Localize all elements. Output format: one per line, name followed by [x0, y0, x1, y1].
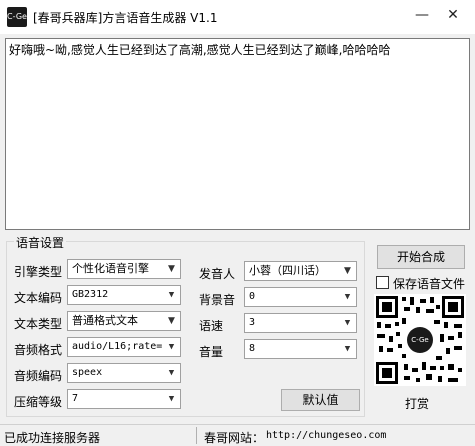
qr-code-image: C-Ge — [374, 294, 466, 386]
start-synthesis-button[interactable]: 开始合成 — [377, 245, 465, 269]
audio-format-value: audio/L16;rate= — [72, 341, 163, 352]
qr-logo-icon: C-Ge — [407, 327, 433, 353]
audio-encoding-value: speex — [72, 367, 103, 378]
compression-level-label: 压缩等级 — [14, 395, 63, 409]
speed-value: 3 — [249, 317, 256, 328]
status-bar: 已成功连接服务器 春哥网站： http://chungeseo.com — [0, 424, 475, 446]
speaker-select[interactable]: 小蓉（四川话） ▼ — [244, 261, 357, 281]
text-type-label: 文本类型 — [14, 317, 63, 331]
connection-status: 已成功连接服务器 — [4, 431, 101, 445]
text-input-area[interactable]: 好嗨哦~呦,感觉人生已经到达了高潮,感觉人生已经到达了巅峰,哈哈哈哈 — [5, 38, 470, 230]
compression-level-select[interactable]: 7 ▼ — [67, 389, 181, 409]
audio-format-select[interactable]: audio/L16;rate= ▼ — [67, 337, 181, 357]
audio-format-label: 音频格式 — [14, 343, 63, 357]
text-type-select[interactable]: 普通格式文本 ▼ — [67, 311, 181, 331]
background-sound-select[interactable]: 0 ▼ — [244, 287, 357, 307]
chevron-down-icon: ▼ — [163, 312, 180, 330]
speaker-value: 小蓉（四川话） — [249, 264, 326, 277]
background-sound-label: 背景音 — [199, 293, 236, 307]
chevron-down-icon: ▼ — [163, 390, 180, 408]
speed-select[interactable]: 3 ▼ — [244, 313, 357, 333]
status-divider — [196, 427, 197, 444]
site-label: 春哥网站： — [204, 431, 265, 445]
volume-label: 音量 — [199, 345, 224, 359]
background-sound-value: 0 — [249, 291, 256, 302]
chevron-down-icon: ▼ — [163, 338, 180, 356]
close-button[interactable]: ✕ — [431, 0, 475, 30]
checkbox-box[interactable] — [376, 276, 389, 289]
audio-encoding-select[interactable]: speex ▼ — [67, 363, 181, 383]
title-bar: C-Ge [春哥兵器库]方言语音生成器 V1.1 — ✕ — [0, 0, 475, 34]
voice-settings-title: 语音设置 — [14, 234, 67, 251]
speed-label: 语速 — [199, 319, 224, 333]
text-encoding-select[interactable]: GB2312 ▼ — [67, 285, 181, 305]
chevron-down-icon: ▼ — [339, 288, 356, 306]
chevron-down-icon: ▼ — [163, 286, 180, 304]
save-audio-label: 保存语音文件 — [393, 277, 466, 291]
compression-level-value: 7 — [72, 393, 79, 404]
chevron-down-icon: ▼ — [339, 262, 356, 280]
engine-type-value: 个性化语音引擎 — [72, 262, 149, 275]
save-audio-checkbox[interactable]: 保存语音文件 — [376, 274, 471, 292]
text-type-value: 普通格式文本 — [72, 314, 138, 327]
audio-encoding-label: 音频编码 — [14, 369, 63, 383]
site-link[interactable]: http://chungeseo.com — [266, 430, 386, 441]
chevron-down-icon: ▼ — [339, 314, 356, 332]
app-logo-icon: C-Ge — [7, 7, 27, 27]
text-encoding-value: GB2312 — [72, 289, 109, 300]
speaker-label: 发音人 — [199, 267, 236, 281]
tip-label: 打赏 — [405, 397, 430, 411]
chevron-down-icon: ▼ — [339, 340, 356, 358]
chevron-down-icon: ▼ — [163, 364, 180, 382]
volume-select[interactable]: 8 ▼ — [244, 339, 357, 359]
text-encoding-label: 文本编码 — [14, 291, 63, 305]
engine-type-label: 引擎类型 — [14, 265, 63, 279]
default-values-button[interactable]: 默认值 — [281, 389, 360, 411]
chevron-down-icon: ▼ — [163, 260, 180, 278]
engine-type-select[interactable]: 个性化语音引擎 ▼ — [67, 259, 181, 279]
window-title: [春哥兵器库]方言语音生成器 V1.1 — [33, 11, 218, 25]
volume-value: 8 — [249, 343, 256, 354]
